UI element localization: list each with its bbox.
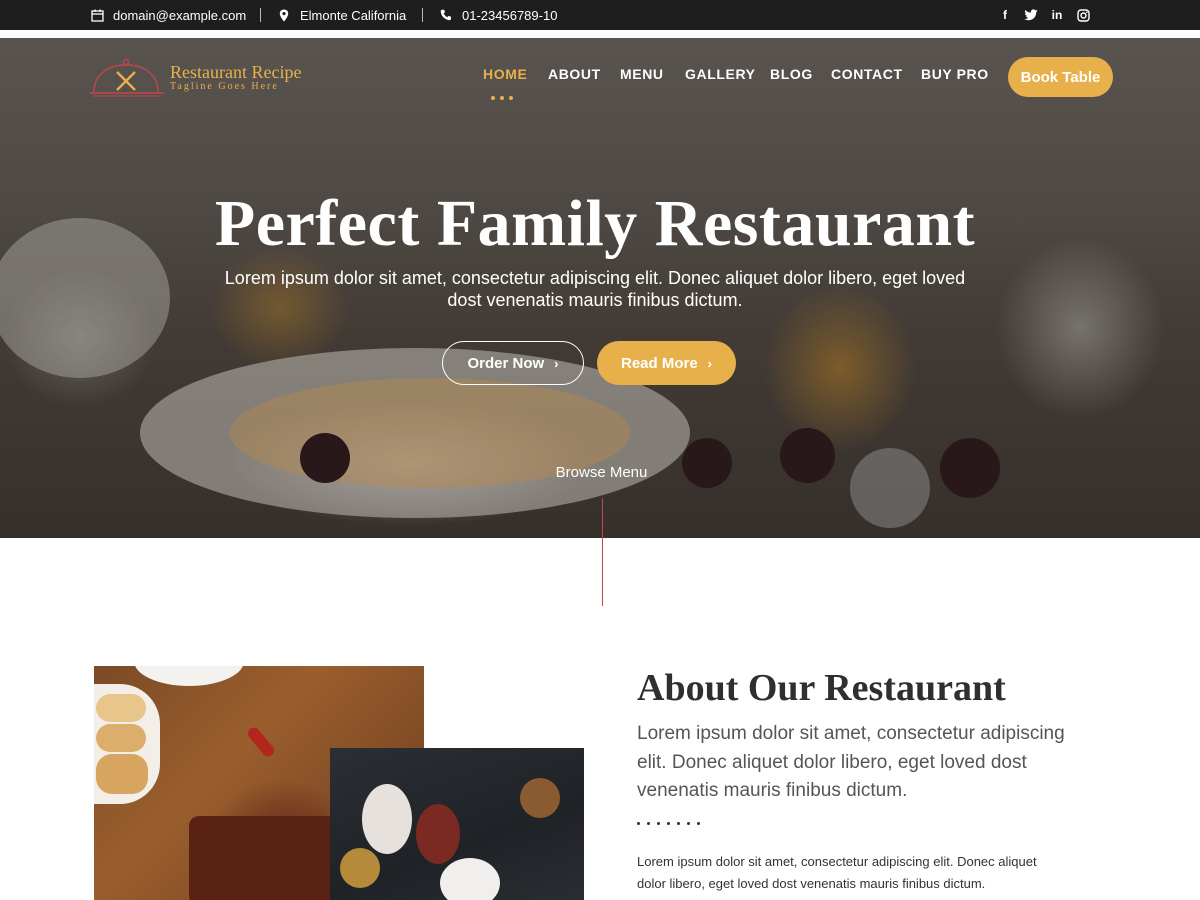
hero-subtitle: Lorem ipsum dolor sit amet, consectetur … (224, 268, 966, 310)
active-indicator-dots (491, 96, 513, 100)
nav-buy-pro[interactable]: BUY PRO (921, 66, 989, 82)
nav-gallery[interactable]: GALLERY (685, 66, 756, 82)
photo-spice-pile (520, 778, 560, 818)
order-now-label: Order Now (467, 354, 545, 372)
browse-menu-link[interactable]: Browse Menu (0, 464, 1200, 481)
photo-salt-spoon (362, 784, 412, 854)
nav-menu[interactable]: MENU (620, 66, 664, 82)
top-info-bar: domain@example.com Elmonte California 01… (0, 0, 1200, 30)
phone-info[interactable]: 01-23456789-10 (438, 0, 557, 30)
about-body-text: Lorem ipsum dolor sit amet, consectetur … (637, 854, 1037, 891)
cloche-icon (90, 58, 164, 97)
nav-contact[interactable]: CONTACT (831, 66, 903, 82)
read-more-label: Read More (620, 354, 698, 372)
chevron-right-icon: › (707, 355, 713, 371)
order-now-button[interactable]: Order Now › (442, 341, 584, 385)
brand-tagline: Tagline Goes Here (170, 81, 279, 92)
calendar-icon (89, 7, 105, 23)
brand-name: Restaurant Recipe (170, 62, 302, 82)
hero-section: Restaurant Recipe Tagline Goes Here HOME… (0, 38, 1200, 538)
about-spices-image (330, 748, 584, 900)
photo-spice-spoon (440, 858, 500, 900)
phone-icon (438, 7, 454, 23)
nav-home[interactable]: HOME (483, 66, 527, 82)
brand-logo[interactable]: Restaurant Recipe Tagline Goes Here (90, 56, 301, 100)
twitter-icon[interactable] (1024, 8, 1038, 22)
photo-pepper-spoon (416, 804, 460, 864)
nav-about[interactable]: ABOUT (548, 66, 601, 82)
photo-pepper (245, 725, 277, 759)
read-more-button[interactable]: Read More › (597, 341, 736, 385)
book-table-button[interactable]: Book Table (1008, 57, 1113, 97)
phone-text: 01-23456789-10 (462, 7, 558, 23)
photo-bread (96, 724, 146, 752)
map-marker-icon (276, 7, 292, 23)
divider (422, 8, 423, 22)
location-text: Elmonte California (300, 7, 407, 23)
photo-cup (134, 666, 244, 686)
hero-title: Perfect Family Restaurant (214, 187, 976, 260)
divider (260, 8, 261, 22)
photo-bread (96, 694, 146, 722)
social-links: f in (998, 0, 1090, 30)
chevron-right-icon: › (554, 355, 559, 371)
facebook-icon[interactable]: f (998, 8, 1012, 22)
about-title: About Our Restaurant (637, 667, 1006, 709)
nav-blog[interactable]: BLOG (770, 66, 813, 82)
photo-meat (189, 816, 339, 900)
email-text: domain@example.com (113, 7, 247, 23)
about-divider-dots (637, 822, 700, 825)
location-info: Elmonte California (276, 0, 406, 30)
scroll-indicator-line (602, 498, 603, 606)
about-lead-text: Lorem ipsum dolor sit amet, consectetur … (637, 723, 1065, 801)
photo-mustard-seeds (340, 848, 380, 888)
linkedin-icon[interactable]: in (1050, 8, 1064, 22)
email-info[interactable]: domain@example.com (89, 0, 246, 30)
instagram-icon[interactable] (1076, 8, 1090, 22)
photo-bread (96, 754, 148, 794)
